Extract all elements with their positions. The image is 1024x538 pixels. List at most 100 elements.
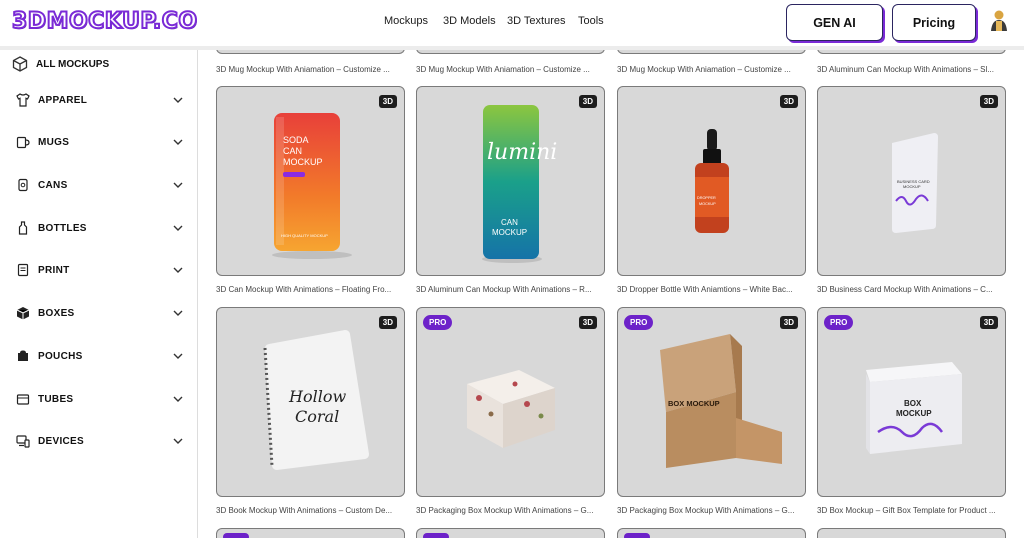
can-text-4: HIGH QUALITY MOCKUP: [281, 233, 328, 238]
badge-3d: 3D: [578, 95, 597, 108]
product-caption[interactable]: 3D Packaging Box Mockup With Animations …: [416, 506, 605, 515]
product-card[interactable]: PRO 3D: [416, 307, 605, 497]
product-card[interactable]: Hollow Coral 3D: [216, 307, 405, 497]
chevron-down-icon: [173, 396, 183, 402]
avatar[interactable]: [989, 9, 1009, 31]
bottle-icon: [18, 221, 28, 235]
box-text-2: MOCKUP: [896, 409, 932, 418]
print-icon: [17, 263, 29, 277]
badge-pro-partial: [223, 533, 249, 538]
sidebar-item-pouchs[interactable]: POUCHS: [16, 346, 184, 366]
product-caption[interactable]: 3D Packaging Box Mockup With Animations …: [617, 506, 806, 515]
product-card-partial[interactable]: [416, 528, 605, 538]
sidebar-item-label: BOTTLES: [38, 222, 87, 234]
badge-3d: 3D: [779, 316, 798, 329]
sidebar-item-cans[interactable]: CANS: [16, 175, 184, 195]
badge-3d: 3D: [378, 95, 397, 108]
pouch-icon: [18, 350, 28, 361]
chevron-down-icon: [173, 139, 183, 145]
sidebar-item-apparel[interactable]: APPAREL: [16, 90, 184, 110]
product-card[interactable]: BUSINESS CARD MOCKUP 3D: [817, 86, 1006, 276]
product-caption[interactable]: 3D Business Card Mockup With Animations …: [817, 285, 1006, 294]
shirt-icon: [16, 93, 30, 107]
nav-3d-models[interactable]: 3D Models: [443, 15, 496, 27]
box-icon: [16, 307, 30, 320]
chevron-down-icon: [173, 267, 183, 273]
bottle-text-2: MOCKUP: [699, 202, 716, 206]
book-title-1: Hollow: [288, 387, 346, 406]
nav-tools[interactable]: Tools: [578, 15, 604, 27]
chevron-down-icon: [173, 225, 183, 231]
badge-pro: PRO: [824, 315, 854, 330]
mug-icon: [16, 136, 30, 149]
badge-pro-partial: [624, 533, 650, 538]
product-card[interactable]: BOX MOCKUP PRO 3D: [817, 307, 1006, 497]
product-card-partial[interactable]: [617, 528, 806, 538]
product-caption[interactable]: 3D Can Mockup With Animations – Floating…: [216, 285, 405, 294]
product-card[interactable]: lumini CAN MOCKUP 3D: [416, 86, 605, 276]
cube-icon: [12, 56, 28, 72]
product-caption[interactable]: 3D Mug Mockup With Aniamation – Customiz…: [617, 65, 806, 74]
business-card-image: BUSINESS CARD MOCKUP: [892, 133, 938, 233]
box-text: BOX MOCKUP: [668, 399, 720, 408]
product-caption[interactable]: 3D Book Mockup With Animations – Custom …: [216, 506, 405, 515]
product-caption[interactable]: 3D Aluminum Can Mockup With Animations –…: [817, 65, 1006, 74]
product-caption[interactable]: 3D Aluminum Can Mockup With Animations –…: [416, 285, 605, 294]
badge-3d: 3D: [779, 95, 798, 108]
sidebar-item-label: DEVICES: [38, 435, 85, 447]
sidebar-item-bottles[interactable]: BOTTLES: [16, 218, 184, 238]
product-caption[interactable]: 3D Mug Mockup With Aniamation – Customiz…: [416, 65, 605, 74]
badge-3d: 3D: [979, 95, 998, 108]
tube-icon: [16, 394, 30, 405]
badge-pro-partial: [423, 533, 449, 538]
product-card[interactable]: SODA CAN MOCKUP HIGH QUALITY MOCKUP 3D: [216, 86, 405, 276]
bottle-text-1: DROPPER: [697, 196, 716, 200]
nav-3d-textures[interactable]: 3D Textures: [507, 15, 566, 27]
sidebar-item-label: BOXES: [38, 307, 75, 319]
badge-pro: PRO: [624, 315, 654, 330]
chevron-down-icon: [173, 310, 183, 316]
sidebar-item-boxes[interactable]: BOXES: [16, 303, 184, 323]
product-card[interactable]: BOX MOCKUP PRO 3D: [617, 307, 806, 497]
badge-3d: 3D: [578, 316, 597, 329]
sidebar-item-print[interactable]: PRINT: [16, 260, 184, 280]
product-card[interactable]: DROPPER MOCKUP 3D: [617, 86, 806, 276]
aluminum-can-image: lumini CAN MOCKUP: [482, 105, 557, 263]
sidebar-item-label: MUGS: [38, 136, 70, 148]
gen-ai-button[interactable]: GEN AI: [786, 4, 883, 41]
product-card-partial[interactable]: [216, 528, 405, 538]
product-caption[interactable]: 3D Mug Mockup With Aniamation – Customiz…: [216, 65, 405, 74]
packaging-box-image: [467, 370, 555, 448]
sidebar-item-label: APPAREL: [38, 94, 88, 106]
can-icon: [18, 178, 28, 192]
sidebar-item-label: TUBES: [38, 393, 74, 405]
sidebar-item-label: CANS: [38, 179, 68, 191]
box-text-1: BOX: [904, 399, 922, 408]
pricing-button[interactable]: Pricing: [892, 4, 976, 41]
nav-mockups[interactable]: Mockups: [384, 15, 428, 27]
can-text-3: MOCKUP: [283, 157, 323, 167]
page: 3DMOCKUP.CO Mockups 3D Models 3D Texture…: [0, 0, 1024, 538]
product-card-partial[interactable]: [817, 528, 1006, 538]
sidebar-all-label: ALL MOCKUPS: [36, 58, 110, 70]
badge-pro: PRO: [423, 315, 453, 330]
sidebar-item-label: PRINT: [38, 264, 70, 276]
sidebar-item-tubes[interactable]: TUBES: [16, 389, 184, 409]
sidebar-item-label: POUCHS: [38, 350, 83, 362]
header: 3DMOCKUP.CO Mockups 3D Models 3D Texture…: [0, 0, 1024, 46]
badge-3d: 3D: [979, 316, 998, 329]
product-caption[interactable]: 3D Dropper Bottle With Aniamtions – Whit…: [617, 285, 806, 294]
site-logo[interactable]: 3DMOCKUP.CO: [11, 8, 198, 35]
header-divider: [0, 46, 1024, 50]
chevron-down-icon: [173, 182, 183, 188]
card-text-2: MOCKUP: [903, 184, 921, 189]
sidebar-item-devices[interactable]: DEVICES: [16, 431, 184, 451]
kraft-box-image: BOX MOCKUP: [660, 334, 782, 468]
can-text-1: SODA: [283, 135, 309, 145]
sidebar-item-mugs[interactable]: MUGS: [16, 132, 184, 152]
devices-icon: [16, 435, 30, 448]
product-caption[interactable]: 3D Box Mockup – Gift Box Template for Pr…: [817, 506, 1006, 515]
sidebar-all-mockups[interactable]: ALL MOCKUPS: [12, 56, 109, 72]
can-text-2: CAN: [283, 146, 302, 156]
sidebar: ALL MOCKUPS APPAREL MUGS CANS BOTTLES PR…: [0, 50, 198, 538]
